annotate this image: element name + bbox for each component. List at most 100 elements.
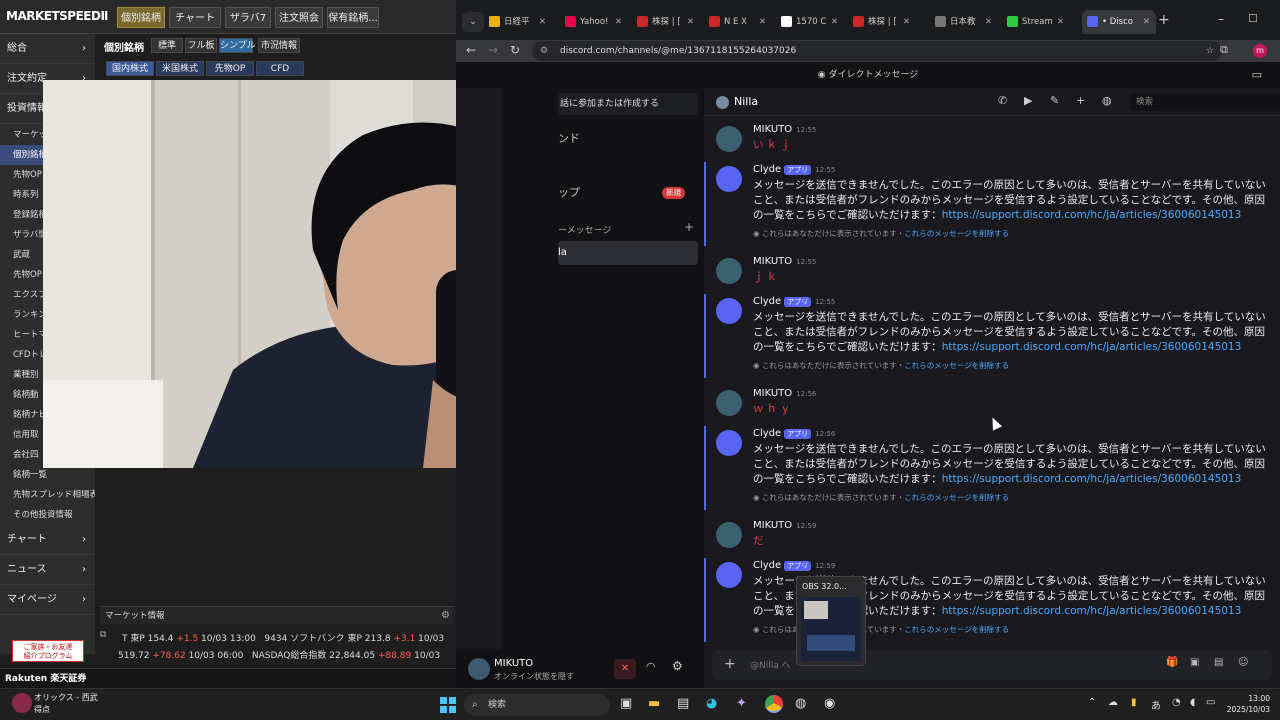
browser-tab[interactable]: Stream ✕ [1002,10,1070,34]
chrome-icon[interactable] [765,695,783,713]
market-info-button[interactable]: 市況情報 [258,38,300,53]
toolbar-zaraba[interactable]: ザラバ7 [225,7,271,28]
battery-icon[interactable]: ▭ [1206,697,1215,708]
user-avatar[interactable] [468,658,490,680]
side-header-sougou[interactable]: 総合 › [0,34,95,64]
store-icon[interactable]: ▤ [677,696,689,711]
user-avatar[interactable] [716,258,742,284]
url-field[interactable]: ⚙ discord.com/channels/@me/1367118155264… [532,41,1222,61]
add-dm-icon[interactable]: + [684,220,694,234]
tab-close-icon[interactable]: ✕ [539,10,552,34]
wifi-icon[interactable]: ◔ [1172,697,1181,708]
ime-indicator[interactable]: あ [1151,697,1161,712]
side-header-mypage[interactable]: マイページ › [0,585,95,615]
clock[interactable]: 13:00 2025/10/03 [1222,693,1270,715]
browser-tab[interactable]: Yahoo! ✕ [560,10,628,34]
forward-icon[interactable]: → [488,43,498,57]
dismiss-messages-link[interactable]: これらのメッセージを削除する [904,493,1009,502]
profile-avatar[interactable]: m [1253,44,1267,58]
support-link[interactable]: https://support.discord.com/hc/ja/articl… [942,341,1242,353]
file-explorer-icon[interactable]: ▬ [648,696,660,711]
settings-gear-icon[interactable]: ⚙ [672,659,683,673]
video-icon[interactable]: ▶ [1024,94,1032,107]
browser-tab[interactable]: 株探 | [✕ [848,10,916,34]
marketspeed-taskbar-icon[interactable]: ◍ [795,696,806,711]
clyde-avatar[interactable] [716,298,742,324]
user-avatar[interactable] [716,522,742,548]
gift-icon[interactable]: 🎁 [1166,657,1178,668]
friends-nav[interactable]: ンド [558,130,580,146]
news-icon[interactable] [12,693,32,713]
tab-close-icon[interactable]: ✕ [687,10,700,34]
copilot-icon[interactable]: ✦ [736,696,747,711]
tab-close-icon[interactable]: ✕ [759,10,772,34]
windows-start-icon[interactable] [440,697,456,713]
message-author[interactable]: MIKUTO 12:55 [753,124,816,135]
add-friend-icon[interactable]: + [1076,94,1085,107]
extensions-icon[interactable]: ⧉ [1220,43,1228,57]
side-header-chart[interactable]: チャート › [0,525,95,555]
toolbar-order-inquiry[interactable]: 注文照会 [275,7,323,28]
toolbar-chart[interactable]: チャート [169,7,221,28]
view-tab-standard[interactable]: 標準 [151,38,183,53]
sidebar-item[interactable]: 先物スプレッド相場表 [0,485,95,505]
task-view-icon[interactable]: ▣ [620,696,632,711]
support-link[interactable]: https://support.discord.com/hc/ja/articl… [942,605,1242,617]
browser-tab[interactable]: 日経平 ✕ [484,10,552,34]
clyde-avatar[interactable] [716,166,742,192]
find-conversation-button[interactable]: 話に参加または作成する [558,93,698,115]
tab-search-chevron-icon[interactable]: ⌄ [462,12,484,32]
clyde-avatar[interactable] [716,430,742,456]
browser-tab[interactable]: 日本教 ✕ [930,10,998,34]
tab-close-icon[interactable]: ✕ [1057,10,1070,34]
emoji-icon[interactable]: ☺ [1238,657,1248,668]
message-author[interactable]: Clyde アプリ 12:59 [753,560,835,571]
headset-icon[interactable]: ◠ [646,660,656,673]
message-author[interactable]: Clyde アプリ 12:55 [753,164,835,175]
new-tab-icon[interactable]: + [1158,12,1170,28]
sidebar-item[interactable]: その他投資情報 [0,505,95,525]
view-tab-full[interactable]: フル板 [185,38,217,53]
market-tab-futures[interactable]: 先物OP [206,61,254,76]
market-tab-cfd[interactable]: CFD [256,61,304,76]
user-avatar[interactable] [716,126,742,152]
tab-close-icon[interactable]: ✕ [831,10,844,34]
dm-item-nilla[interactable]: la [558,241,698,265]
support-link[interactable]: https://support.discord.com/hc/ja/articl… [942,209,1242,221]
call-icon[interactable]: ✆ [998,94,1007,107]
search-input[interactable]: 検索 [1130,93,1280,111]
browser-tab[interactable]: • Disco ✕ [1082,10,1156,34]
obs-preview-popup[interactable]: OBS 32.0... [796,576,866,666]
taskbar-search[interactable]: ⌕ 検索 [464,694,610,716]
dismiss-messages-link[interactable]: これらのメッセージを削除する [904,361,1009,370]
obs-taskbar-icon[interactable]: ◉ [824,696,835,711]
user-avatar[interactable] [716,390,742,416]
mic-muted-icon[interactable]: ✕ [614,659,636,679]
window-icon[interactable]: ⧉ [100,630,106,640]
mic-in-use-icon[interactable]: ▮ [1131,697,1137,708]
tab-close-icon[interactable]: ✕ [903,10,916,34]
message-author[interactable]: MIKUTO 12:55 [753,256,816,267]
message-author[interactable]: Clyde アプリ 12:56 [753,428,835,439]
clyde-avatar[interactable] [716,562,742,588]
tab-close-icon[interactable]: ✕ [615,10,628,34]
profile-icon[interactable]: ◍ [1102,94,1112,107]
message-author[interactable]: MIKUTO 12:59 [753,520,816,531]
attach-plus-icon[interactable]: + [724,656,736,672]
tray-chevron-icon[interactable]: ⌃ [1088,697,1096,708]
back-icon[interactable]: ← [466,43,476,57]
bookmark-star-icon[interactable]: ☆ [1206,41,1214,61]
toolbar-kobetsu[interactable]: 個別銘柄 [117,7,165,28]
toolbar-holdings[interactable]: 保有銘柄... [327,7,379,28]
shop-nav[interactable]: ップ [558,184,580,200]
market-tab-us[interactable]: 米国株式 [156,61,204,76]
reload-icon[interactable]: ↻ [510,43,520,57]
message-author[interactable]: MIKUTO 12:56 [753,388,816,399]
gif-icon[interactable]: ▣ [1190,657,1199,668]
browser-tab[interactable]: 1570 C ✕ [776,10,844,34]
tab-close-icon[interactable]: ✕ [985,10,998,34]
message-author[interactable]: Clyde アプリ 12:55 [753,296,835,307]
volume-icon[interactable]: ◖ [1190,697,1195,708]
inbox-icon[interactable]: ▭ [1252,62,1262,88]
view-tab-simple[interactable]: シンプル [219,38,256,53]
